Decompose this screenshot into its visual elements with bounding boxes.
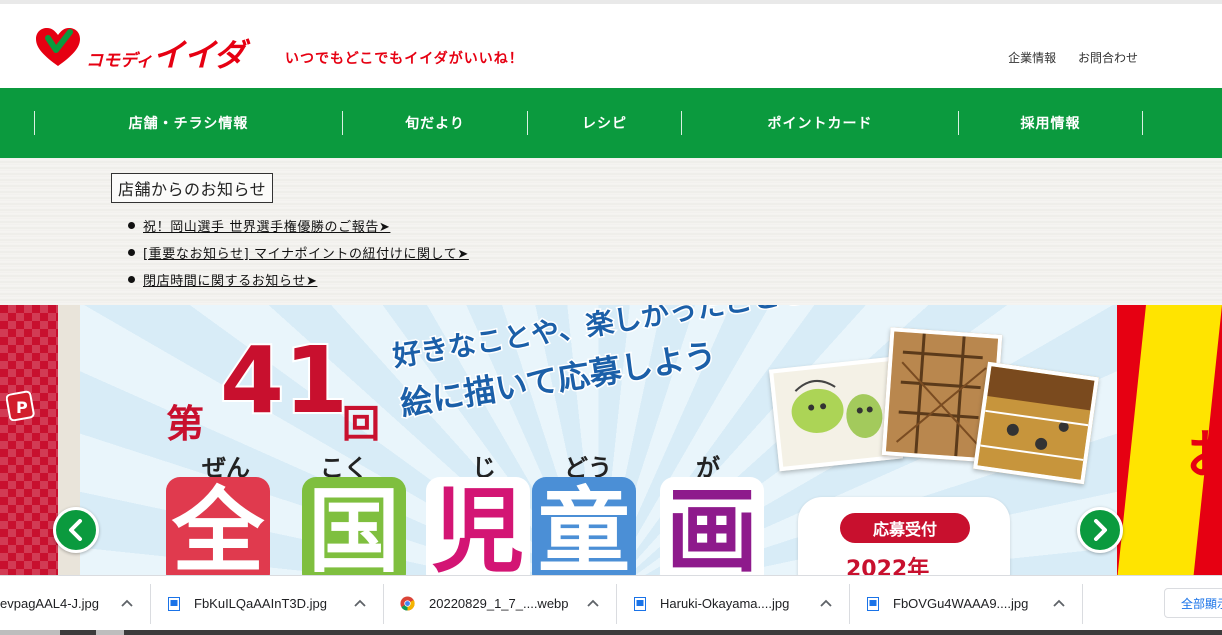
download-filename: evpagAAL4-J.jpg — [0, 596, 100, 611]
notice-link-championship[interactable]: 祝！岡山選手 世界選手権優勝のご報告➤ — [143, 216, 390, 235]
competition-banner[interactable]: 第 41 回 好きなことや、楽しかったことを 絵に描いて応募しよう ぜん こく … — [80, 305, 1117, 575]
taskbar-highlight — [0, 630, 60, 635]
download-menu-button[interactable] — [1050, 594, 1068, 612]
hero-carousel: P 第 41 回 好きなことや、楽しかったことを 絵に描いて応募しよう ぜん こ… — [0, 305, 1222, 575]
nav-item-seasonal[interactable]: 旬だより — [343, 88, 527, 158]
download-menu-button[interactable] — [584, 594, 602, 612]
entry-period-label: 応募受付 — [840, 513, 970, 543]
download-filename: 20220829_1_7_....webp — [429, 596, 569, 611]
download-item[interactable]: FbKuILQaAAInT3D.jpg — [168, 576, 327, 631]
entry-period-year: 2022年 — [846, 557, 930, 575]
logo-wordmark: コモディイイダ — [86, 30, 246, 76]
logo-small-text: コモディ — [86, 51, 153, 71]
image-file-icon — [168, 596, 180, 611]
notice-item: 祝！岡山選手 世界選手権優勝のご報告➤ — [128, 212, 469, 239]
download-item[interactable]: evpagAAL4-J.jpg — [0, 576, 99, 631]
download-item[interactable]: 20220829_1_7_....webp — [400, 576, 569, 631]
chevron-up-icon — [354, 599, 366, 607]
banner-kai: 回 — [342, 402, 381, 446]
point-card-icon: P — [6, 390, 35, 421]
kids-drawing-3 — [973, 361, 1099, 485]
nav-item-stores-flyers[interactable]: 店舗・チラシ情報 — [35, 88, 342, 158]
bullet-icon — [128, 276, 135, 283]
image-file-icon — [634, 596, 646, 611]
notice-item: [重要なお知らせ] マイナポイントの紐付けに関して➤ — [128, 239, 469, 266]
site-header: コモディイイダ いつでもどこでもイイダがいいね！ 企業情報 お問合わせ — [0, 4, 1222, 88]
notice-link-closing-time[interactable]: 閉店時間に関するお知らせ➤ — [143, 270, 317, 289]
bullet-icon — [128, 249, 135, 256]
contact-link[interactable]: お問合わせ — [1078, 51, 1138, 65]
download-item[interactable]: Haruki-Okayama....jpg — [634, 576, 789, 631]
site-logo[interactable]: コモディイイダ — [34, 26, 274, 74]
download-menu-button[interactable] — [817, 594, 835, 612]
nav-item-recipes[interactable]: レシピ — [528, 88, 681, 158]
heart-logo-icon — [36, 28, 80, 66]
download-item[interactable]: FbOVGu4WAAA9....jpg — [867, 576, 1028, 631]
chrome-icon — [400, 596, 415, 611]
store-notice-section: 店舗からのお知らせ 祝！岡山選手 世界選手権優勝のご報告➤ [重要なお知らせ] … — [0, 158, 1222, 305]
utility-links: 企業情報 お問合わせ — [990, 49, 1138, 66]
title-char-dou: 童 — [532, 477, 636, 575]
banner-dai: 第 — [166, 402, 205, 446]
company-info-link[interactable]: 企業情報 — [1008, 51, 1056, 65]
download-filename: FbOVGu4WAAA9....jpg — [893, 596, 1029, 611]
nav-item-recruit[interactable]: 採用情報 — [959, 88, 1142, 158]
download-menu-button[interactable] — [118, 594, 136, 612]
chevron-up-icon — [1053, 599, 1065, 607]
download-filename: FbKuILQaAAInT3D.jpg — [194, 596, 327, 611]
notice-link-mynapoint[interactable]: [重要なお知らせ] マイナポイントの紐付けに関して➤ — [143, 243, 469, 262]
notice-list: 祝！岡山選手 世界選手権優勝のご報告➤ [重要なお知らせ] マイナポイントの紐付… — [128, 212, 469, 293]
svg-text:P: P — [16, 398, 28, 417]
notice-item: 閉店時間に関するお知らせ➤ — [128, 266, 469, 293]
chevron-up-icon — [820, 599, 832, 607]
nav-item-point-card[interactable]: ポイントカード — [682, 88, 958, 158]
download-menu-button[interactable] — [351, 594, 369, 612]
title-char-ji: 児 — [426, 477, 530, 575]
title-char-zen: 全 — [166, 477, 270, 575]
download-separator — [383, 584, 384, 624]
image-file-icon — [867, 596, 879, 611]
downloads-bar: evpagAAL4-J.jpg FbKuILQaAAInT3D.jpg 2022… — [0, 575, 1222, 631]
global-nav: 店舗・チラシ情報 旬だより レシピ ポイントカード 採用情報 — [0, 88, 1222, 158]
title-char-ga: 画 — [660, 477, 764, 575]
title-char-koku: 国 — [302, 477, 406, 575]
banner-edition-number: 41 — [218, 327, 350, 434]
carousel-prev-button[interactable] — [53, 507, 99, 553]
chevron-up-icon — [121, 599, 133, 607]
logo-big-text: イイダ — [152, 36, 246, 74]
chevron-up-icon — [587, 599, 599, 607]
carousel-next-button[interactable] — [1077, 507, 1123, 553]
download-filename: Haruki-Okayama....jpg — [660, 596, 790, 611]
bullet-icon — [128, 222, 135, 229]
download-separator — [616, 584, 617, 624]
download-separator — [150, 584, 151, 624]
slogan: いつでもどこでもイイダがいいね！ — [285, 51, 524, 67]
show-all-downloads-button[interactable]: 全部顯示 — [1164, 588, 1222, 618]
download-separator — [1082, 584, 1083, 624]
notice-title: 店舗からのお知らせ — [111, 173, 274, 203]
chevron-left-icon — [69, 519, 82, 541]
chevron-right-icon — [1094, 519, 1107, 541]
taskbar-highlight — [96, 630, 124, 635]
taskbar-strip — [0, 630, 1222, 635]
download-separator — [849, 584, 850, 624]
nav-separator — [1142, 111, 1143, 135]
next-slide-text: お — [1186, 426, 1222, 486]
